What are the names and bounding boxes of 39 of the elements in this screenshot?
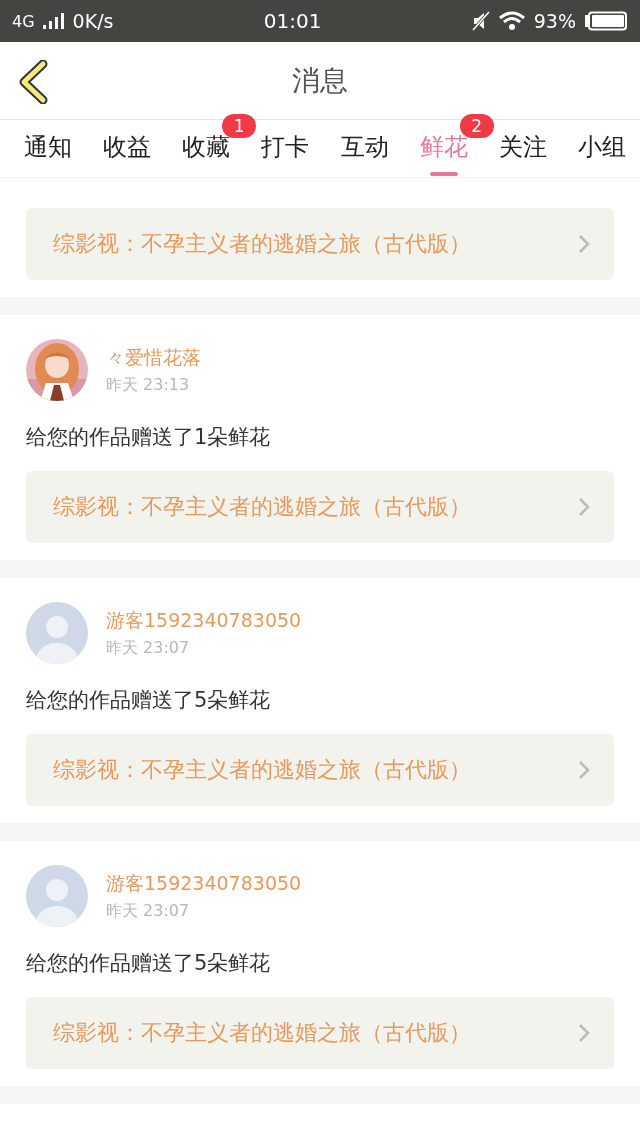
active-tab-indicator: [429, 172, 458, 176]
clock-time: 01:01: [263, 9, 322, 33]
work-title: 综影视：不孕主义者的逃婚之旅（古代版）: [53, 493, 471, 521]
user-name[interactable]: 游客1592340783050: [106, 870, 302, 897]
chevron-right-icon: [578, 497, 590, 517]
user-name[interactable]: 々爱惜花落: [106, 344, 201, 371]
count-badge: 1: [222, 114, 257, 138]
chevron-right-icon: [578, 1023, 590, 1043]
battery-percent: 93%: [533, 10, 576, 32]
wifi-icon: [497, 11, 526, 31]
tab[interactable]: 收益: [103, 133, 152, 161]
tab[interactable]: 通知: [24, 133, 72, 161]
message-text: 给您的作品赠送了5朵鲜花: [26, 950, 272, 977]
work-link[interactable]: 综影视：不孕主义者的逃婚之旅（古代版）: [26, 208, 614, 280]
signal-icon: [42, 13, 65, 29]
message-text: 给您的作品赠送了5朵鲜花: [26, 687, 272, 714]
work-title: 综影视：不孕主义者的逃婚之旅（古代版）: [53, 230, 471, 258]
work-link[interactable]: 综影视：不孕主义者的逃婚之旅（古代版）: [26, 471, 614, 543]
message-text: 给您的作品赠送了1朵鲜花: [26, 424, 272, 451]
mute-icon: [471, 11, 490, 31]
tab[interactable]: 小组: [578, 133, 626, 161]
battery-icon: [584, 11, 628, 31]
page-title: 消息: [292, 62, 348, 99]
work-link[interactable]: 综影视：不孕主义者的逃婚之旅（古代版）: [26, 997, 614, 1069]
message-time: 昨天 23:07: [106, 637, 191, 659]
tab[interactable]: 打卡: [261, 133, 310, 161]
work-title: 综影视：不孕主义者的逃婚之旅（古代版）: [53, 756, 471, 784]
message-time: 昨天 23:07: [106, 900, 191, 922]
message-time: 昨天 23:13: [106, 374, 191, 396]
network-type: 4G: [12, 11, 35, 31]
back-icon[interactable]: [18, 60, 48, 104]
tab[interactable]: 互动: [340, 133, 389, 161]
user-name[interactable]: 游客1592340783050: [106, 607, 302, 634]
tab[interactable]: 关注: [498, 133, 547, 161]
work-link[interactable]: 综影视：不孕主义者的逃婚之旅（古代版）: [26, 734, 614, 806]
network-speed: 0K/s: [72, 10, 114, 32]
chevron-right-icon: [578, 234, 590, 254]
chevron-right-icon: [578, 760, 590, 780]
work-title: 综影视：不孕主义者的逃婚之旅（古代版）: [53, 1019, 471, 1047]
